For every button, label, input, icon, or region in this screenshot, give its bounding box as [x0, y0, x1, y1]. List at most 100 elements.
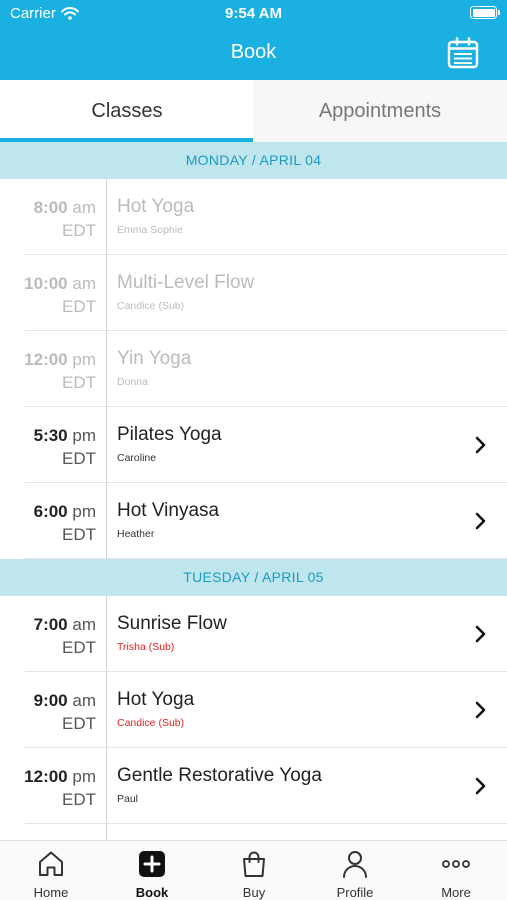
class-name: Pilates Yoga — [117, 424, 222, 445]
class-time: 12:00 pm — [24, 350, 96, 370]
tab-bar-book[interactable]: Book — [101, 841, 203, 900]
instructor-name: Trisha (Sub) — [117, 641, 175, 653]
class-name: Hot Yoga — [117, 689, 195, 710]
class-timezone: EDT — [62, 790, 96, 809]
class-hour: 8:00 — [33, 198, 68, 217]
tab-bar-profile[interactable]: Profile — [304, 841, 406, 900]
class-hour: 6:00 — [33, 502, 68, 521]
instructor-name: Paul — [117, 793, 139, 805]
class-name: Hot Vinyasa — [117, 500, 220, 521]
class-ampm: pm — [72, 426, 96, 445]
instructor-name: Heather — [117, 528, 155, 540]
tab-bar-book-label: Book — [135, 885, 169, 900]
class-name: Hot Yoga — [117, 196, 195, 217]
class-row-partial[interactable] — [0, 824, 507, 840]
chevron-right-icon — [475, 436, 486, 454]
tab-bar-more-label: More — [441, 885, 471, 900]
instructor-name: Candice (Sub) — [117, 717, 185, 729]
time-column: 10:00 am EDT — [0, 255, 107, 331]
time-column: 7:00 am EDT — [0, 596, 107, 672]
class-name: Yin Yoga — [117, 348, 192, 369]
class-timezone: EDT — [62, 714, 96, 733]
class-hour: 9:00 — [33, 691, 68, 710]
class-timezone: EDT — [62, 449, 96, 468]
tab-bar-buy-label: Buy — [242, 885, 266, 900]
person-icon — [343, 851, 367, 878]
class-ampm: pm — [72, 767, 96, 786]
chevron-right-icon — [475, 777, 486, 795]
class-timezone: EDT — [62, 221, 96, 240]
chevron-right-icon — [475, 512, 486, 530]
class-row[interactable]: 7:00 am EDT Sunrise Flow Trisha (Sub) — [0, 596, 507, 672]
class-time: 5:30 pm — [34, 426, 96, 446]
plus-square-icon — [139, 851, 165, 877]
class-row[interactable]: 12:00 pm EDT Yin Yoga Donna — [0, 331, 507, 407]
class-time: 7:00 am — [34, 615, 96, 635]
instructor-name: Donna — [117, 376, 148, 388]
chevron-right-icon — [475, 625, 486, 643]
class-row[interactable]: 5:30 pm EDT Pilates Yoga Caroline — [0, 407, 507, 483]
class-ampm: am — [72, 691, 96, 710]
class-hour: 12:00 — [24, 350, 68, 369]
class-ampm: am — [72, 615, 96, 634]
class-row[interactable]: 9:00 am EDT Hot Yoga Candice (Sub) — [0, 672, 507, 748]
class-row[interactable]: 8:00 am EDT Hot Yoga Emma Sophie — [0, 179, 507, 255]
class-time: 8:00 am — [34, 198, 96, 218]
tab-appointments-label: Appointments — [318, 99, 442, 122]
class-ampm: pm — [72, 502, 96, 521]
status-time: 9:54 AM — [225, 5, 282, 22]
time-column: 12:00 pm EDT — [0, 748, 107, 824]
class-timezone: EDT — [62, 638, 96, 657]
tab-bar-more[interactable]: More — [405, 841, 507, 900]
class-timezone: EDT — [62, 297, 96, 316]
class-hour: 7:00 — [33, 615, 68, 634]
app-header: Carrier 9:54 AM Book — [0, 0, 507, 80]
tab-classes[interactable]: Classes — [0, 80, 254, 142]
tab-bar-profile-label: Profile — [336, 885, 374, 900]
class-time: 6:00 pm — [34, 502, 96, 522]
calendar-icon[interactable] — [447, 37, 479, 69]
page-title: Book — [230, 41, 277, 63]
instructor-name: Caroline — [117, 452, 157, 464]
time-column: 8:00 am EDT — [0, 179, 107, 255]
tab-classes-label: Classes — [91, 99, 163, 122]
tab-bar-home-label: Home — [33, 885, 69, 900]
class-time: 10:00 am — [24, 274, 96, 294]
time-column: 6:00 pm EDT — [0, 483, 107, 559]
status-bar: Carrier 9:54 AM — [0, 0, 507, 28]
class-row[interactable]: 10:00 am EDT Multi-Level Flow Candice (S… — [0, 255, 507, 331]
time-column: 5:30 pm EDT — [0, 407, 107, 483]
class-ampm: pm — [72, 350, 96, 369]
shopping-bag-icon — [243, 851, 265, 877]
class-time: 12:00 pm — [24, 767, 96, 787]
day-header: TUESDAY / APRIL 05 — [0, 559, 507, 596]
battery-icon — [470, 6, 500, 19]
tab-bar-buy[interactable]: Buy — [203, 841, 305, 900]
tab-appointments[interactable]: Appointments — [253, 80, 507, 142]
class-time: 9:00 am — [34, 691, 96, 711]
class-timezone: EDT — [62, 525, 96, 544]
segment-tabs: Classes Appointments — [0, 80, 507, 142]
class-hour: 10:00 — [24, 274, 68, 293]
class-row[interactable]: 6:00 pm EDT Hot Vinyasa Heather — [0, 483, 507, 559]
time-column — [0, 824, 107, 840]
class-ampm: am — [72, 198, 96, 217]
time-column: 12:00 pm EDT — [0, 331, 107, 407]
class-row[interactable]: 12:00 pm EDT Gentle Restorative Yoga Pau… — [0, 748, 507, 824]
instructor-name: Emma Sophie — [117, 224, 183, 236]
bottom-tab-bar: Home Book Buy Profile More — [0, 840, 507, 900]
class-hour: 5:30 — [33, 426, 68, 445]
home-icon — [39, 851, 63, 876]
day-header: MONDAY / APRIL 04 — [0, 142, 507, 179]
class-timezone: EDT — [62, 373, 96, 392]
time-column: 9:00 am EDT — [0, 672, 107, 748]
class-ampm: am — [72, 274, 96, 293]
class-name: Multi-Level Flow — [117, 272, 255, 293]
more-dots-icon — [442, 860, 470, 868]
class-name: Gentle Restorative Yoga — [117, 765, 322, 786]
class-hour: 12:00 — [24, 767, 68, 786]
tab-bar-home[interactable]: Home — [0, 841, 102, 900]
chevron-right-icon — [475, 701, 486, 719]
class-schedule-list[interactable]: MONDAY / APRIL 04 8:00 am EDT Hot Yoga E… — [0, 142, 507, 840]
class-name: Sunrise Flow — [117, 613, 227, 634]
